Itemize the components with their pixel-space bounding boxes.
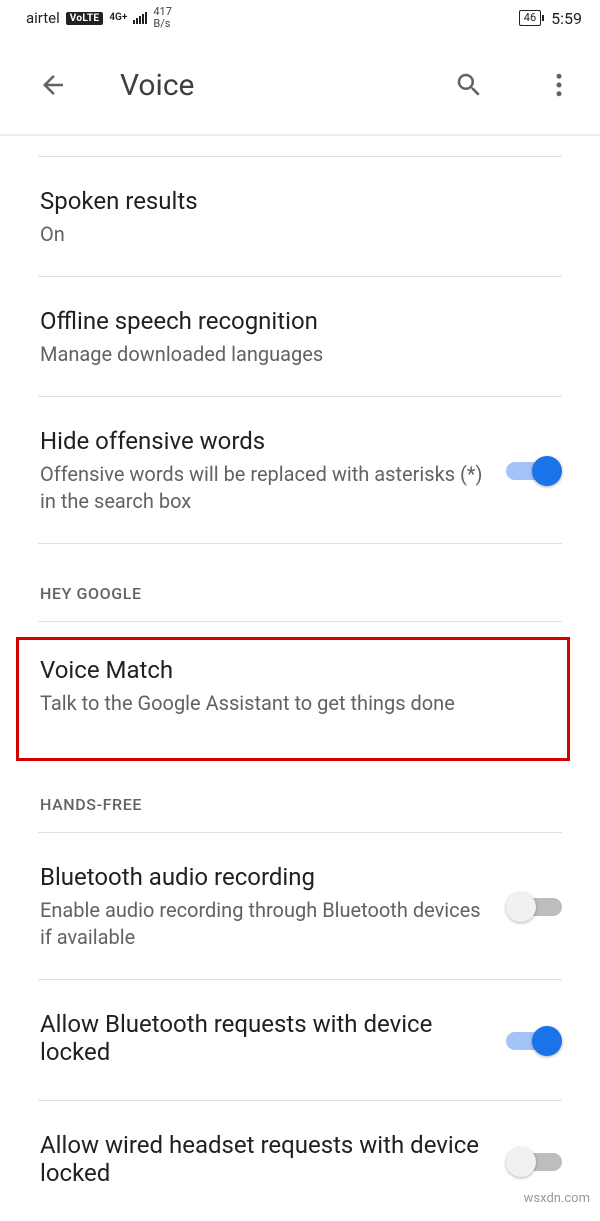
setting-title: Voice Match (40, 656, 550, 684)
setting-bluetooth-audio[interactable]: Bluetooth audio recording Enable audio r… (0, 833, 600, 979)
toggle-bluetooth-audio[interactable] (506, 890, 562, 924)
back-button[interactable] (30, 62, 76, 108)
volte-badge: VoLTE (66, 12, 104, 25)
setting-title: Offline speech recognition (40, 307, 550, 335)
search-button[interactable] (446, 62, 492, 108)
setting-hide-offensive[interactable]: Hide offensive words Offensive words wil… (0, 397, 600, 543)
status-left: airtel VoLTE 4G+ 417 B/s (26, 6, 172, 30)
setting-subtitle: Manage downloaded languages (40, 341, 550, 368)
section-hey-google: HEY GOOGLE (0, 544, 600, 621)
overflow-menu-button[interactable] (536, 62, 582, 108)
setting-title: Spoken results (40, 187, 550, 215)
section-hands-free: HANDS-FREE (0, 755, 600, 832)
setting-voice-match[interactable]: Voice Match Talk to the Google Assistant… (0, 622, 600, 755)
setting-subtitle: Enable audio recording through Bluetooth… (40, 897, 494, 951)
toggle-hide-offensive[interactable] (506, 454, 562, 488)
signal-icon (133, 12, 147, 24)
search-icon (454, 70, 484, 100)
setting-subtitle: Offensive words will be replaced with as… (40, 461, 494, 515)
status-bar: airtel VoLTE 4G+ 417 B/s 46 5:59 (0, 0, 600, 36)
setting-title: Allow wired headset requests with device… (40, 1131, 494, 1187)
speed-indicator: 417 B/s (153, 6, 172, 30)
setting-title: Allow Bluetooth requests with device loc… (40, 1010, 494, 1066)
more-vert-icon (544, 70, 574, 100)
setting-spoken-results[interactable]: Spoken results On (0, 157, 600, 276)
setting-offline-speech[interactable]: Offline speech recognition Manage downlo… (0, 277, 600, 396)
setting-subtitle: On (40, 221, 550, 248)
page-title: Voice (120, 68, 402, 103)
setting-title: Hide offensive words (40, 427, 494, 455)
carrier-label: airtel (26, 9, 60, 27)
app-bar: Voice (0, 36, 600, 136)
setting-title: Bluetooth audio recording (40, 863, 494, 891)
arrow-back-icon (38, 70, 68, 100)
toggle-wired-locked[interactable] (506, 1145, 562, 1179)
battery-icon: 46 (519, 10, 541, 26)
status-right: 46 5:59 (519, 9, 582, 28)
watermark: wsxdn.com (524, 1191, 590, 1206)
setting-bluetooth-locked[interactable]: Allow Bluetooth requests with device loc… (0, 980, 600, 1100)
setting-wired-locked[interactable]: Allow wired headset requests with device… (0, 1101, 600, 1221)
setting-subtitle: Talk to the Google Assistant to get thin… (40, 690, 550, 717)
toggle-bluetooth-locked[interactable] (506, 1024, 562, 1058)
clock-label: 5:59 (551, 9, 582, 28)
network-indicator: 4G+ (109, 13, 127, 23)
settings-list: Spoken results On Offline speech recogni… (0, 136, 600, 1221)
